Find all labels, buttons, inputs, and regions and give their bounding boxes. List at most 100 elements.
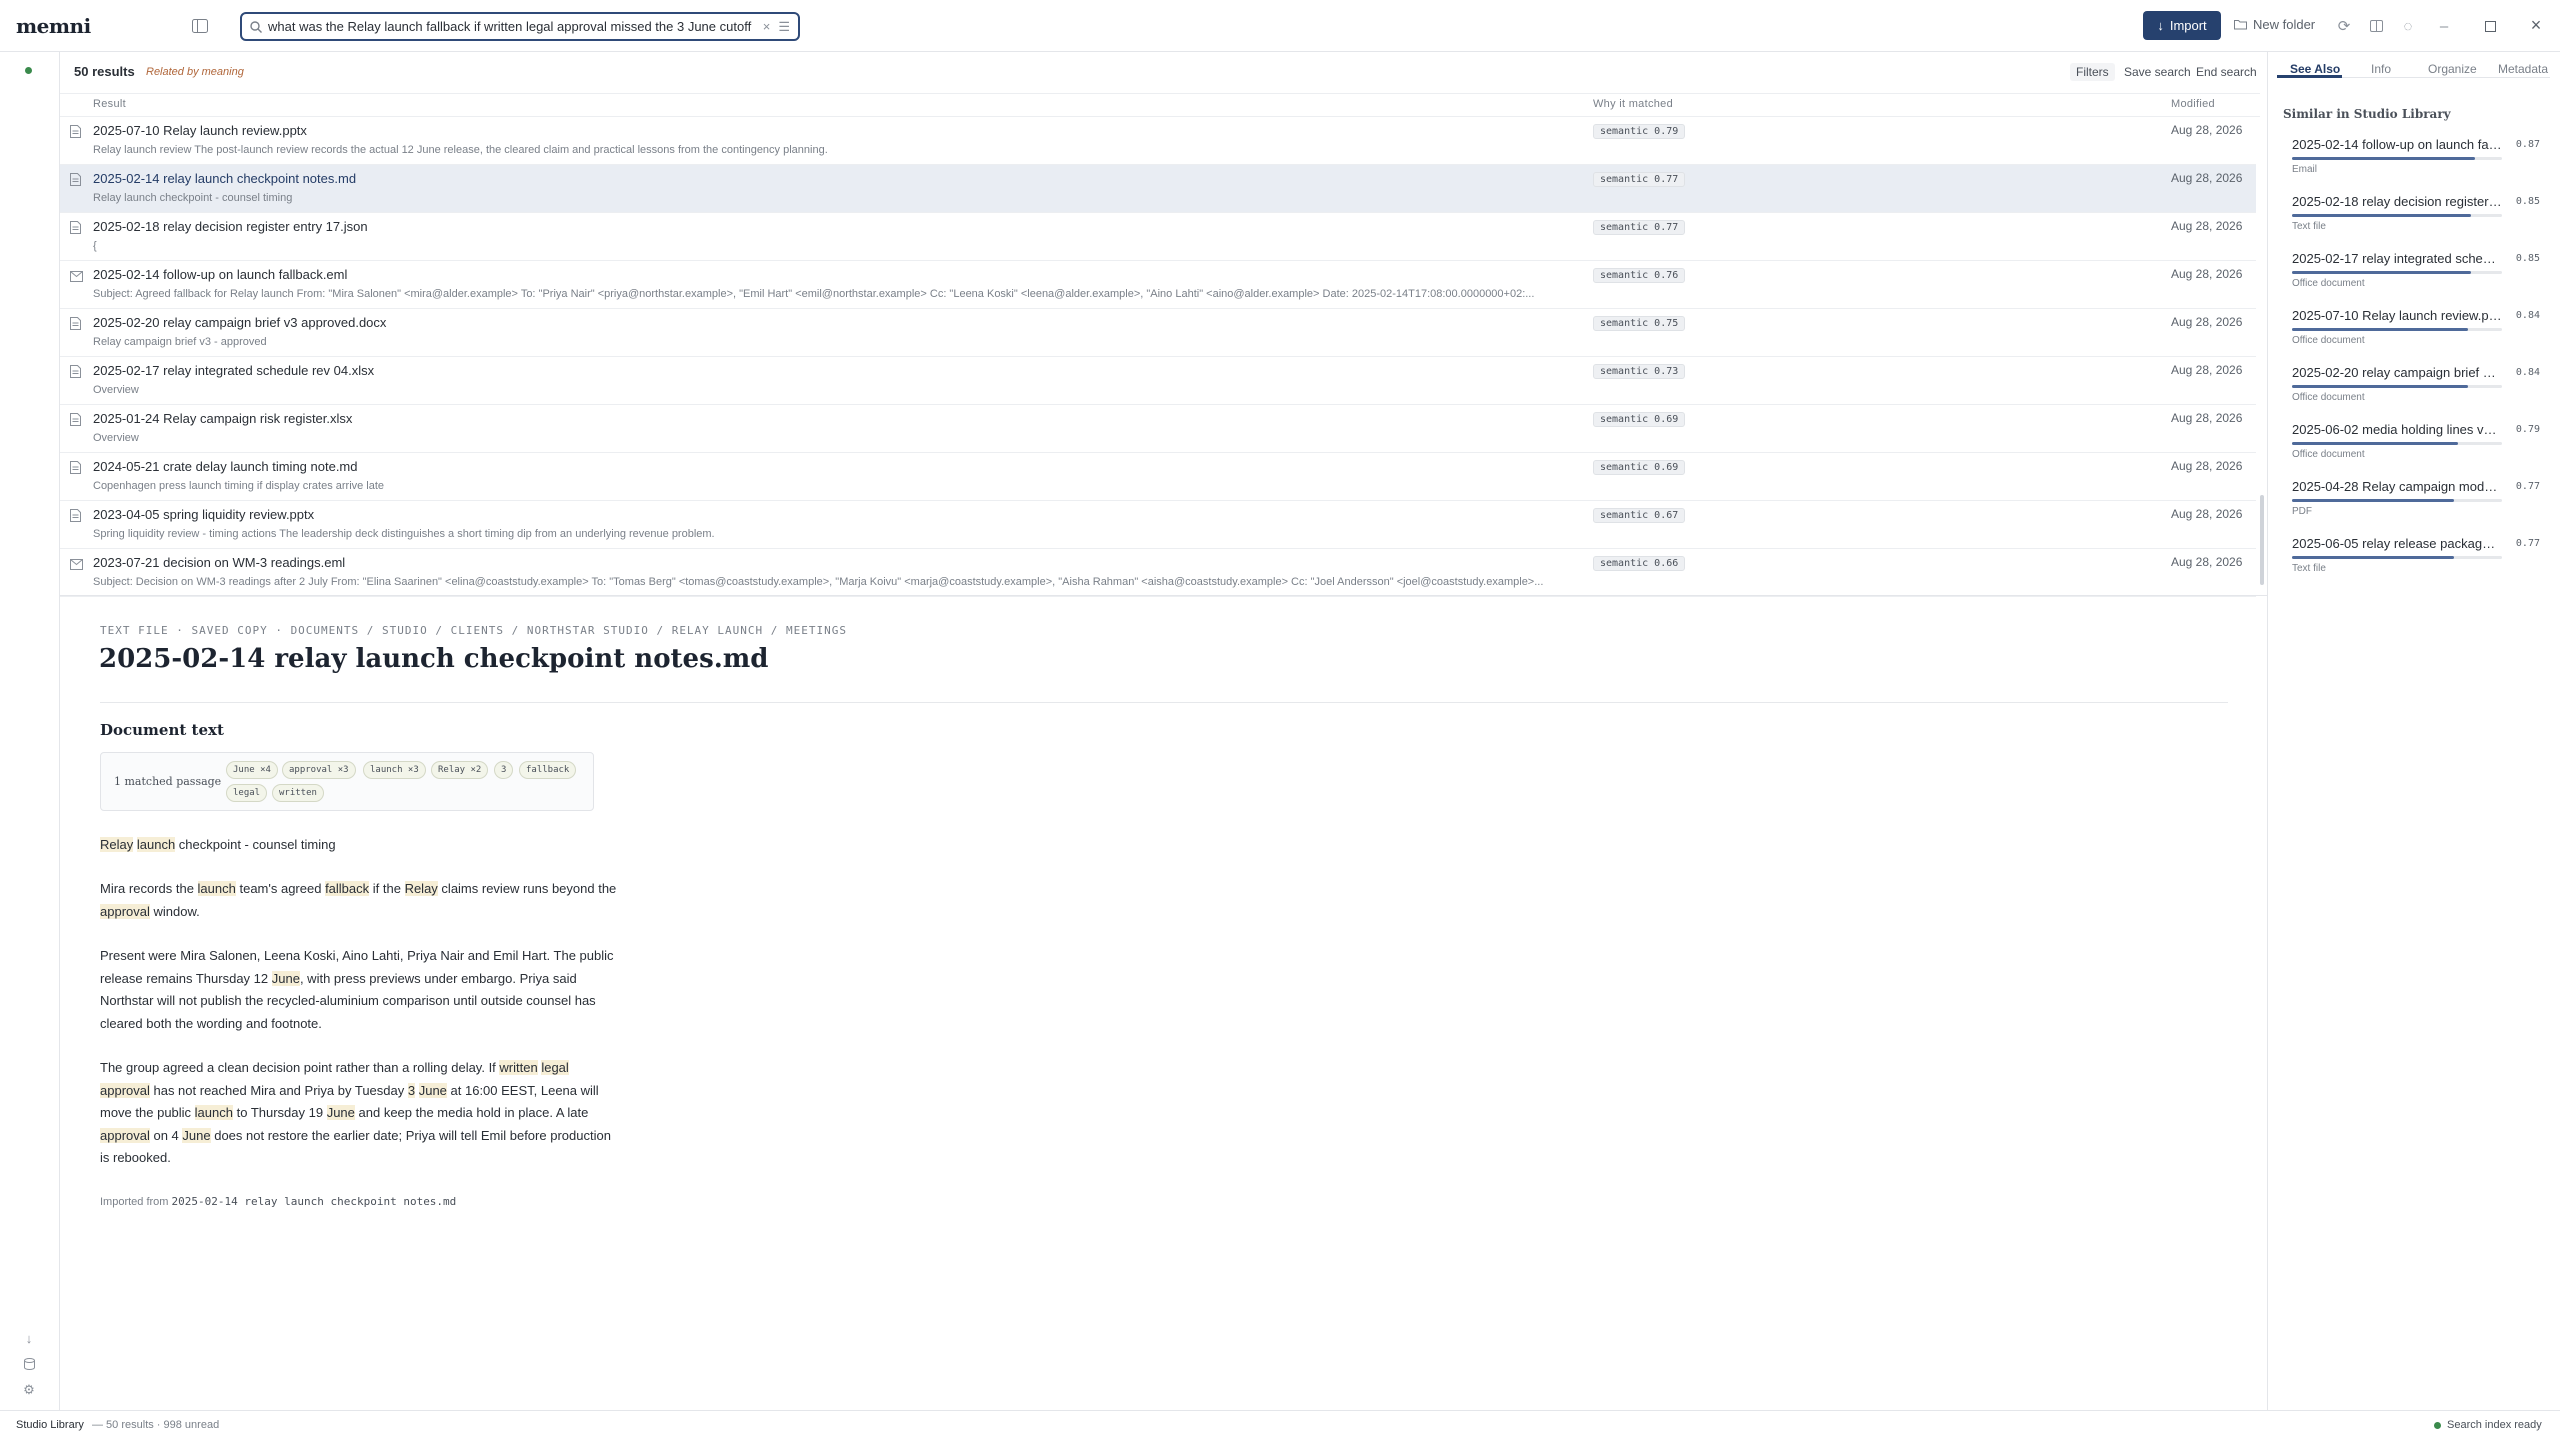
result-title: 2023-04-05 spring liquidity review.pptx bbox=[93, 507, 315, 522]
match-score-badge: semantic 0.69 bbox=[1593, 412, 1686, 427]
similar-item[interactable]: 2025-02-14 follow-up on launch fall... 0.… bbox=[2283, 137, 2540, 193]
similarity-fill bbox=[2292, 442, 2458, 445]
result-row[interactable]: 2023-07-21 decision on WM-3 readings.eml… bbox=[60, 549, 2256, 597]
similar-item[interactable]: 2025-02-18 relay decision register e... 0… bbox=[2283, 194, 2540, 250]
similar-kind: Text file bbox=[2292, 221, 2326, 232]
result-row[interactable]: 2024-05-21 crate delay launch timing not… bbox=[60, 453, 2256, 501]
search-input[interactable] bbox=[268, 19, 755, 34]
result-row[interactable]: 2025-02-18 relay decision register entry… bbox=[60, 213, 2256, 261]
arrow-down-icon[interactable]: ↓ bbox=[15, 1324, 43, 1352]
similar-title: 2025-06-05 relay release package ch... bbox=[2292, 536, 2502, 551]
result-row[interactable]: 2025-02-14 follow-up on launch fallback.… bbox=[60, 261, 2256, 309]
similarity-bar bbox=[2292, 328, 2502, 331]
match-chip[interactable]: launch ×3 bbox=[363, 761, 426, 779]
match-score-badge: semantic 0.79 bbox=[1593, 124, 1686, 139]
tab-info[interactable]: Info bbox=[2371, 62, 2391, 76]
search-bar[interactable]: × ☰ bbox=[240, 12, 800, 41]
modified-date: Aug 28, 2026 bbox=[2171, 315, 2243, 329]
download-icon: ↓ bbox=[2157, 18, 2164, 33]
clear-search-icon[interactable]: × bbox=[763, 19, 771, 34]
similar-kind: Office document bbox=[2292, 335, 2365, 346]
tab-see-also[interactable]: See Also bbox=[2290, 62, 2340, 76]
modified-date: Aug 28, 2026 bbox=[2171, 507, 2243, 521]
result-row[interactable]: 2023-04-05 spring liquidity review.pptx S… bbox=[60, 501, 2256, 549]
settings-gear-icon[interactable]: ⚙ bbox=[15, 1376, 43, 1404]
result-row[interactable]: 2025-07-10 Relay launch review.pptx Relay… bbox=[60, 117, 2256, 165]
app-logo: memni bbox=[16, 14, 91, 38]
result-title: 2025-02-17 relay integrated schedule rev… bbox=[93, 363, 375, 378]
similarity-fill bbox=[2292, 328, 2469, 331]
panel-toggle-icon[interactable] bbox=[2362, 12, 2390, 40]
new-folder-button[interactable]: New folder bbox=[2234, 17, 2315, 32]
database-icon[interactable] bbox=[15, 1350, 43, 1378]
result-row[interactable]: 2025-02-14 relay launch checkpoint notes… bbox=[60, 165, 2256, 213]
results-scrollbar[interactable] bbox=[2260, 495, 2264, 585]
similar-kind: Office document bbox=[2292, 392, 2365, 403]
modified-date: Aug 28, 2026 bbox=[2171, 171, 2243, 185]
maximize-icon[interactable] bbox=[2476, 12, 2504, 40]
modified-date: Aug 28, 2026 bbox=[2171, 555, 2243, 569]
end-search-button[interactable]: End search bbox=[2196, 65, 2257, 79]
result-snippet: { bbox=[93, 240, 97, 252]
result-row[interactable]: 2025-02-20 relay campaign brief v3 appro… bbox=[60, 309, 2256, 357]
result-title: 2025-02-14 follow-up on launch fallback.… bbox=[93, 267, 348, 282]
similar-item[interactable]: 2025-02-20 relay campaign brief v3 ... 0.… bbox=[2283, 365, 2540, 421]
match-chip[interactable]: June ×4 bbox=[226, 761, 278, 779]
match-chip[interactable]: fallback bbox=[519, 761, 577, 779]
document-paragraph: Present were Mira Salonen, Leena Koski, … bbox=[100, 948, 614, 1031]
column-header-modified[interactable]: Modified bbox=[2171, 98, 2215, 110]
match-chip[interactable]: legal bbox=[226, 784, 268, 802]
theme-icon[interactable]: ◌ bbox=[2394, 12, 2422, 40]
save-search-button[interactable]: Save search bbox=[2124, 65, 2191, 79]
document-icon bbox=[70, 221, 81, 239]
similar-score: 0.77 bbox=[2515, 481, 2540, 492]
search-options-icon[interactable]: ☰ bbox=[778, 19, 790, 35]
match-score-badge: semantic 0.75 bbox=[1593, 316, 1686, 331]
minimize-icon[interactable]: – bbox=[2430, 12, 2458, 40]
match-chip[interactable]: approval ×3 bbox=[282, 761, 356, 779]
similar-item[interactable]: 2025-04-28 Relay campaign model a... 0.77… bbox=[2283, 479, 2540, 535]
similar-item[interactable]: 2025-07-10 Relay launch review.pptx 0.84 O… bbox=[2283, 308, 2540, 364]
tab-metadata[interactable]: Metadata bbox=[2498, 62, 2548, 76]
result-snippet: Relay campaign brief v3 - approved bbox=[93, 336, 267, 348]
column-header-result[interactable]: Result bbox=[93, 98, 126, 110]
similar-score: 0.87 bbox=[2515, 139, 2540, 150]
document-icon bbox=[70, 125, 81, 143]
filters-button[interactable]: Filters bbox=[2070, 63, 2115, 81]
document-icon bbox=[70, 317, 81, 335]
column-header-why[interactable]: Why it matched bbox=[1593, 98, 1673, 110]
match-chip[interactable]: 3 bbox=[494, 761, 514, 779]
result-snippet: Subject: Decision on WM-3 readings after… bbox=[93, 576, 1544, 588]
match-chip[interactable]: Relay ×2 bbox=[431, 761, 489, 779]
similar-item[interactable]: 2025-02-17 relay integrated schedul... 0.… bbox=[2283, 251, 2540, 307]
result-row[interactable]: 2025-02-17 relay integrated schedule rev… bbox=[60, 357, 2256, 405]
tab-organize[interactable]: Organize bbox=[2428, 62, 2477, 76]
result-snippet: Overview bbox=[93, 384, 139, 396]
sync-icon[interactable]: ⟳ bbox=[2330, 12, 2358, 40]
imported-from: Imported from 2025-02-14 relay launch ch… bbox=[100, 1195, 456, 1208]
similarity-bar bbox=[2292, 499, 2502, 502]
toggle-sidebar-button[interactable] bbox=[186, 12, 214, 40]
match-score-badge: semantic 0.69 bbox=[1593, 460, 1686, 475]
match-chip[interactable]: written bbox=[272, 784, 324, 802]
modified-date: Aug 28, 2026 bbox=[2171, 123, 2243, 137]
document-paragraph: Mira records the launch team's agreed fa… bbox=[100, 881, 617, 919]
similar-title: 2025-02-20 relay campaign brief v3 ... bbox=[2292, 365, 2502, 380]
import-button[interactable]: ↓ Import bbox=[2143, 11, 2221, 40]
result-title: 2025-01-24 Relay campaign risk register.… bbox=[93, 411, 353, 426]
similarity-bar bbox=[2292, 385, 2502, 388]
similarity-fill bbox=[2292, 214, 2471, 217]
result-title: 2023-07-21 decision on WM-3 readings.eml bbox=[93, 555, 346, 570]
similarity-fill bbox=[2292, 556, 2454, 559]
result-row[interactable]: 2025-01-24 Relay campaign risk register.… bbox=[60, 405, 2256, 453]
similarity-fill bbox=[2292, 385, 2469, 388]
similar-kind: Office document bbox=[2292, 278, 2365, 289]
similarity-fill bbox=[2292, 499, 2454, 502]
close-window-icon[interactable]: × bbox=[2522, 11, 2550, 39]
result-snippet: Spring liquidity review - timing actions… bbox=[93, 528, 715, 540]
results-count: 50 results bbox=[74, 64, 135, 79]
similar-item[interactable]: 2025-06-02 media holding lines v2.rtf 0.7… bbox=[2283, 422, 2540, 478]
document-icon bbox=[70, 365, 81, 383]
similar-score: 0.84 bbox=[2515, 367, 2540, 378]
similar-item[interactable]: 2025-06-05 relay release package ch... 0.… bbox=[2283, 536, 2540, 592]
